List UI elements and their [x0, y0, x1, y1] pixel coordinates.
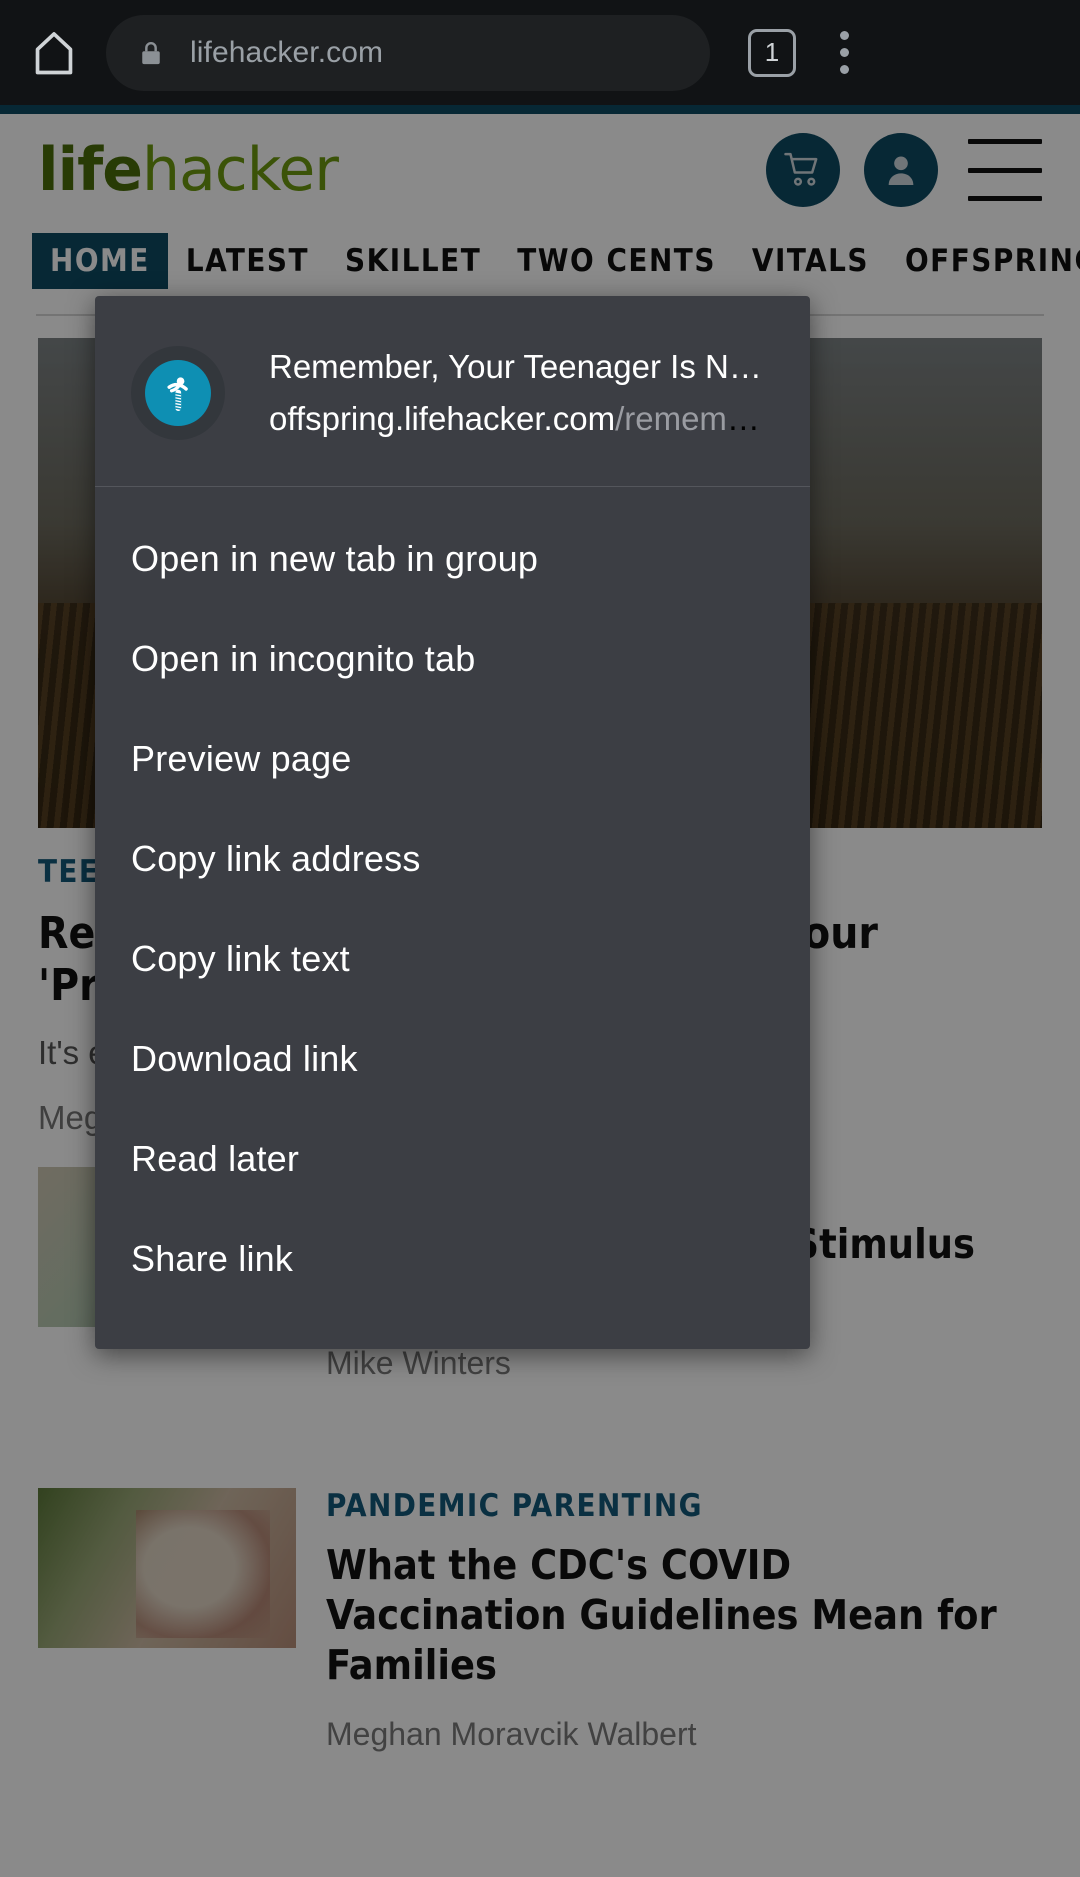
context-menu-items: Open in new tab in group Open in incogni… — [95, 487, 810, 1349]
address-bar-url: lifehacker.com — [190, 35, 384, 69]
menu-item-read-later[interactable]: Read later — [95, 1109, 810, 1209]
context-menu-link-title: Remember, Your Teenager Is Not Your 'Pro… — [269, 348, 774, 385]
menu-item-copy-link-text[interactable]: Copy link text — [95, 909, 810, 1009]
home-button[interactable] — [18, 17, 90, 89]
home-icon — [35, 31, 73, 74]
link-url-path: /remember-your-t… — [615, 400, 774, 438]
overflow-menu-dot — [839, 48, 849, 57]
menu-item-preview-page[interactable]: Preview page — [95, 709, 810, 809]
menu-item-copy-link-address[interactable]: Copy link address — [95, 809, 810, 909]
overflow-menu-dot — [839, 31, 849, 40]
context-menu-header: Remember, Your Teenager Is Not Your 'Pro… — [95, 296, 810, 488]
screen-root: lifehacker HOME LATEST SKILLET TWO CENTS… — [0, 0, 1080, 1877]
menu-item-open-in-new-tab-in-group[interactable]: Open in new tab in group — [95, 509, 810, 609]
menu-item-share-link[interactable]: Share link — [95, 1209, 810, 1309]
menu-item-download-link[interactable]: Download link — [95, 1009, 810, 1109]
lock-icon — [136, 38, 166, 68]
link-context-menu: Remember, Your Teenager Is Not Your 'Pro… — [95, 296, 810, 1350]
menu-item-open-in-incognito-tab[interactable]: Open in incognito tab — [95, 609, 810, 709]
browser-toolbar: lifehacker.com 1 — [0, 0, 1080, 105]
context-menu-link-info: Remember, Your Teenager Is Not Your 'Pro… — [269, 344, 774, 440]
tab-switcher-button[interactable]: 1 — [748, 28, 796, 77]
offspring-baby-favicon-icon — [145, 360, 211, 426]
address-bar[interactable]: lifehacker.com — [106, 14, 710, 91]
overflow-menu-dot — [839, 65, 849, 74]
browser-overflow-menu-button[interactable] — [816, 17, 872, 89]
link-url-host: offspring.lifehacker.com — [269, 400, 616, 438]
link-favicon — [131, 346, 225, 440]
context-menu-link-url: offspring.lifehacker.com/remember-your-t… — [269, 398, 774, 440]
